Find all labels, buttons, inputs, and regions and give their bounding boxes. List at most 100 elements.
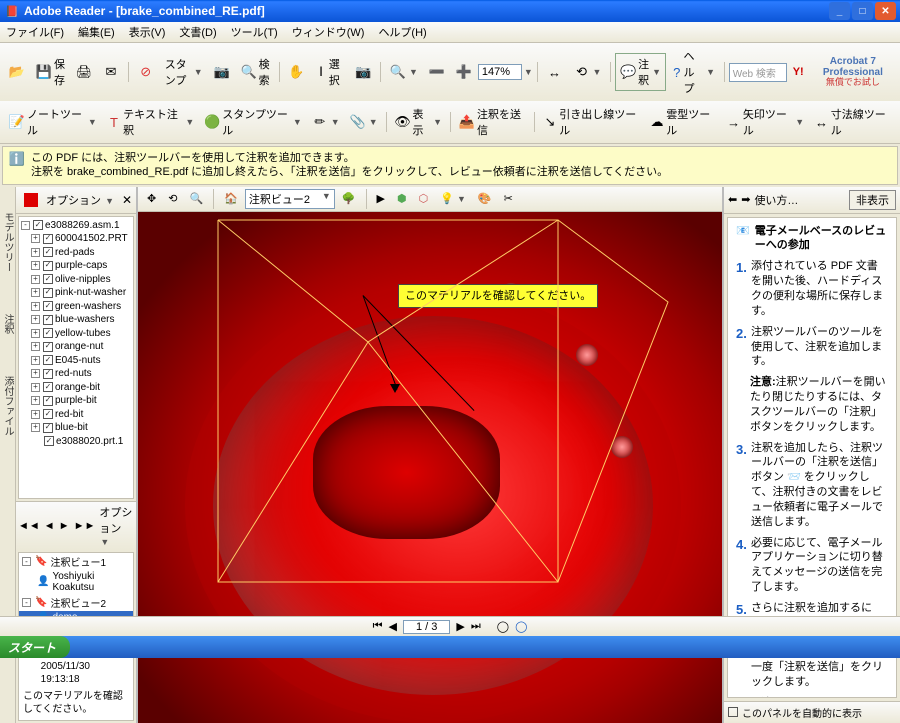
send-annot-button[interactable]: 📤注釈を送信 xyxy=(454,103,531,141)
maximize-button[interactable]: □ xyxy=(852,2,873,20)
save-button[interactable]: 💾保存 xyxy=(31,53,70,91)
menu-window[interactable]: ウィンドウ(W) xyxy=(292,24,365,40)
tree-toggle[interactable]: 🌳 xyxy=(337,189,361,208)
nav-back[interactable]: ◯ xyxy=(497,620,509,633)
page-indicator[interactable]: 1 / 3 xyxy=(403,620,450,634)
tree-item[interactable]: +✓purple-bit xyxy=(21,394,131,408)
zoom-dropdown[interactable]: ▼ xyxy=(524,67,533,77)
tree-item[interactable]: +✓600041502.PRT xyxy=(21,232,131,246)
howto-back[interactable]: ⬅ xyxy=(728,193,737,206)
zoom3d-tool[interactable]: 🔍 xyxy=(184,189,208,208)
tree-item[interactable]: +✓purple-caps xyxy=(21,259,131,273)
section-button[interactable]: ✂ xyxy=(499,189,518,208)
tree-options-button[interactable]: オプション ▼ xyxy=(42,191,118,209)
dimension-tool[interactable]: ↔寸法線ツール xyxy=(809,103,896,141)
tree-item[interactable]: +✓olive-nipples xyxy=(21,273,131,287)
howto-fwd[interactable]: ➡ xyxy=(741,193,750,206)
camera-button[interactable]: 📷 xyxy=(209,61,235,83)
view2[interactable]: -🔖注釈ビュー2 xyxy=(19,594,133,611)
annot-button[interactable]: 💬注釈▼ xyxy=(615,53,666,91)
tree-item[interactable]: +✓red-pads xyxy=(21,246,131,260)
menu-tools[interactable]: ツール(T) xyxy=(231,24,278,40)
rotate-button[interactable]: ⟲▼ xyxy=(569,61,607,83)
highlight-tool[interactable]: ✏▼ xyxy=(307,111,345,133)
tab-model-tree[interactable]: モデルツリー xyxy=(0,205,17,279)
tree-item[interactable]: +✓pink-nut-washer xyxy=(21,286,131,300)
tree-item[interactable]: +✓blue-washers xyxy=(21,313,131,327)
web-search-input[interactable]: Web 検索 xyxy=(729,63,787,82)
pan-tool[interactable]: ✥ xyxy=(142,189,161,208)
cloud-tool[interactable]: ☁雲型ツール xyxy=(645,103,722,141)
close-button[interactable]: ✕ xyxy=(875,2,896,20)
rotate3d-tool[interactable]: ⟲ xyxy=(163,189,182,208)
tree-item[interactable]: +✓green-washers xyxy=(21,300,131,314)
attach-tool[interactable]: 📎▼ xyxy=(345,111,383,133)
next-page[interactable]: ▶ xyxy=(456,620,464,633)
model-tree[interactable]: -✓e3088269.asm.1+✓600041502.PRT+✓red-pad… xyxy=(18,216,134,499)
menu-view[interactable]: 表示(V) xyxy=(129,24,166,40)
tab-attachments[interactable]: 添付ファイル xyxy=(0,369,17,443)
tree-item[interactable]: ✓e3088020.prt.1 xyxy=(21,435,131,449)
tree-item[interactable]: +✓orange-bit xyxy=(21,381,131,395)
first-page[interactable]: ⏮ xyxy=(373,620,383,633)
home-view[interactable]: 🏠 xyxy=(219,189,243,208)
menu-document[interactable]: 文書(D) xyxy=(179,24,216,40)
menu-help[interactable]: ヘルプ(H) xyxy=(378,24,426,40)
text-annot-tool[interactable]: Tテキスト注釈▼ xyxy=(102,103,199,141)
callout-box[interactable]: このマテリアルを確認してください。 xyxy=(398,284,598,308)
tree-item[interactable]: +✓red-nuts xyxy=(21,367,131,381)
stop-button[interactable]: ⊘ xyxy=(133,61,159,83)
email-button[interactable]: ✉ xyxy=(98,61,124,83)
show-button[interactable]: 👁表示▼ xyxy=(390,103,448,141)
yahoo-button[interactable]: Y! xyxy=(788,63,809,81)
open-button[interactable]: 📂 xyxy=(4,61,30,83)
hide-panel-button[interactable]: 非表示 xyxy=(849,190,896,210)
view1[interactable]: -🔖注釈ビュー1 xyxy=(19,553,133,570)
menu-file[interactable]: ファイル(F) xyxy=(6,24,64,40)
nav-fwd[interactable]: ◯ xyxy=(515,620,527,633)
zoom-out-button[interactable]: ➖ xyxy=(424,61,450,83)
leader-tool[interactable]: ↘引き出し線ツール xyxy=(538,103,645,141)
prev-page[interactable]: ◀ xyxy=(389,620,397,633)
hand-tool[interactable]: ✋ xyxy=(283,61,309,83)
minimize-button[interactable]: _ xyxy=(829,2,850,20)
help-button[interactable]: ?ヘルプ▼ xyxy=(667,45,720,99)
search-button[interactable]: 🔍検索 xyxy=(236,53,275,91)
auto-show-checkbox[interactable] xyxy=(728,707,738,717)
tree-item[interactable]: +✓red-bit xyxy=(21,408,131,422)
bgcolor-button[interactable]: 🎨 xyxy=(473,189,497,208)
stamp-button[interactable]: スタンプ▼ xyxy=(160,53,208,91)
tree-item[interactable]: +✓blue-bit xyxy=(21,421,131,435)
fit-button[interactable]: ↔ xyxy=(542,61,568,83)
start-button[interactable]: スタート xyxy=(0,636,70,658)
tree-item[interactable]: +✓E045-nuts xyxy=(21,354,131,368)
last-page[interactable]: ⏭ xyxy=(471,620,481,633)
snapshot-tool[interactable]: 📷 xyxy=(350,61,376,83)
arrow-tool[interactable]: →矢印ツール▼ xyxy=(721,103,809,141)
light-button[interactable]: 💡▼ xyxy=(435,189,471,208)
zoom-in-button[interactable]: ➕ xyxy=(451,61,477,83)
view-prev[interactable]: ◄◄ xyxy=(18,520,40,532)
zoom-value[interactable]: 147% xyxy=(478,64,522,80)
view-fwd[interactable]: ► xyxy=(59,520,70,532)
stamp-tool[interactable]: 🟢スタンプツール▼ xyxy=(199,103,307,141)
view-select[interactable]: 注釈ビュー2 ▼ xyxy=(245,189,335,209)
wireframe-cube[interactable]: ⬡ xyxy=(414,189,434,208)
menu-edit[interactable]: 編集(E) xyxy=(78,24,115,40)
tree-close-button[interactable]: ✕ xyxy=(122,193,132,207)
tree-item[interactable]: +✓orange-nut xyxy=(21,340,131,354)
tree-item[interactable]: -✓e3088269.asm.1 xyxy=(21,219,131,233)
view-next[interactable]: ►► xyxy=(74,520,96,532)
view-back[interactable]: ◄ xyxy=(44,520,55,532)
render-cube[interactable]: ⬢ xyxy=(392,189,412,208)
note-tool[interactable]: 📝ノートツール▼ xyxy=(4,103,102,141)
select-tool[interactable]: Ⅰ選択 xyxy=(310,53,349,91)
tree-item[interactable]: +✓yellow-tubes xyxy=(21,327,131,341)
tab-comments[interactable]: 注釈 xyxy=(0,307,17,341)
view1-user[interactable]: 👤 Yoshiyuki Koakutsu xyxy=(19,570,133,594)
print-button[interactable]: 🖨 xyxy=(71,61,97,83)
zoom-tool[interactable]: 🔍▼ xyxy=(385,61,423,83)
views-options[interactable]: オプション ▼ xyxy=(99,504,134,548)
acrobat-banner[interactable]: Acrobat 7 Professional 無償でお試し xyxy=(810,54,896,90)
play-button[interactable]: ▶ xyxy=(372,189,390,208)
